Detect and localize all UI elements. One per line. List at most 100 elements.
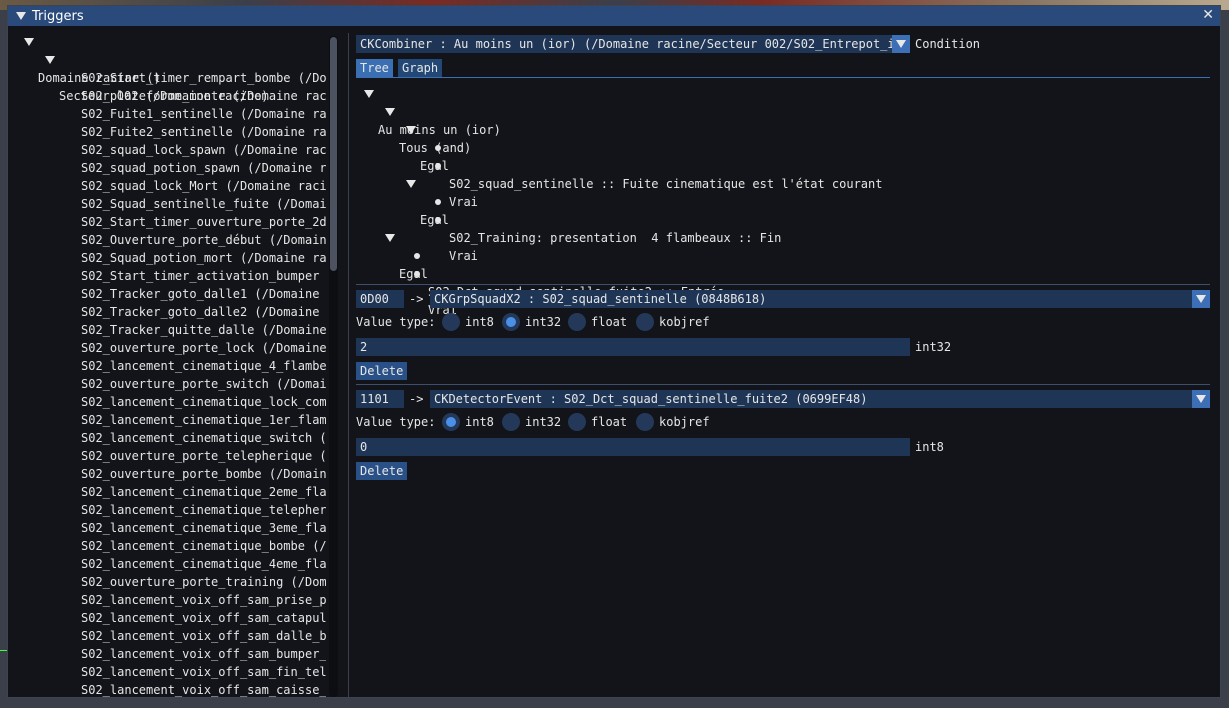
bullet-icon [435,163,441,169]
chevron-down-icon [1196,295,1206,303]
tree-item-trigger[interactable]: S02_plateforme_monte (/Domaine racine/Se… [81,87,326,105]
tree-item-trigger[interactable]: S02_lancement_cinematique_2eme_flambeau … [81,483,326,501]
expand-arrow-icon[interactable] [364,90,374,98]
tree-item-trigger[interactable]: S02_lancement_voix_off_sam_prise_potion … [81,591,326,609]
radio-float[interactable] [568,313,586,331]
tab-graph[interactable]: Graph [398,59,443,77]
radio-label-kobjref: kobjref [659,315,710,329]
radio-label-int32: int32 [525,315,562,329]
section-divider [356,384,1210,385]
tree-item-trigger[interactable]: S02_lancement_cinematique_telepherique (… [81,501,326,519]
tree-item-trigger[interactable]: S02_Start_timer_ouverture_porte_2dalles … [81,213,326,231]
expand-arrow-icon[interactable] [45,56,55,64]
triggers-window: Triggers ✕ Domaine racine () Secteur 002… [7,5,1221,698]
binding-id-field[interactable]: 1101 [356,390,404,408]
expand-arrow-icon[interactable] [406,126,416,134]
tree-item-trigger[interactable]: S02_lancement_voix_off_sam_dalle_bumper … [81,627,326,645]
tree-scrollbar-thumb[interactable] [330,37,337,271]
radio-int32[interactable] [502,313,520,331]
tree-item-trigger[interactable]: S02_lancement_cinematique_3eme_flambeau … [81,519,326,537]
radio-float[interactable] [568,413,586,431]
expand-arrow-icon[interactable] [385,234,395,242]
panel-divider [348,33,349,697]
expand-arrow-icon[interactable] [385,108,395,116]
radio-int8[interactable] [442,413,460,431]
tree-item-trigger[interactable]: S02_lancement_voix_off_sam_bumper_goto (… [81,645,326,663]
radio-kobjref[interactable] [636,413,654,431]
expand-arrow-icon[interactable] [24,38,34,46]
binding-target-arrow[interactable] [1192,390,1210,408]
tree-item-trigger[interactable]: S02_Ouverture_porte_début (/Domaine raci… [81,231,326,249]
tree-item-trigger[interactable]: S02_Fuite2_sentinelle (/Domaine racine/S… [81,123,326,141]
tab-tree[interactable]: Tree [356,59,393,77]
tree-item-trigger[interactable]: S02_Start_timer_activation_bumper (/Doma… [81,267,326,285]
binding-target-combo[interactable]: CKGrpSquadX2 : S02_squad_sentinelle (084… [430,290,1210,308]
collapse-window-icon[interactable] [16,12,26,20]
tree-node-sector[interactable]: Secteur 002 (/Domaine racine) [45,51,269,103]
tree-item-trigger[interactable]: S02_ouverture_porte_training (/Domaine r… [81,573,326,591]
tree-item-trigger[interactable]: S02_squad_lock_Mort (/Domaine racine/Sec… [81,177,326,195]
delete-button[interactable]: Delete [356,362,408,380]
tree-item-trigger[interactable]: S02_ouverture_porte_switch (/Domaine rac… [81,375,326,393]
tree-item-trigger[interactable]: S02_Tracker_goto_dalle1 (/Domaine racine… [81,285,326,303]
chevron-down-icon [896,40,906,48]
tree-item-trigger[interactable]: S02_ouverture_porte_lock (/Domaine racin… [81,339,326,357]
binding-target-arrow[interactable] [1192,290,1210,308]
tab-underline [356,77,1210,78]
cond-leaf[interactable]: Vrai [435,211,478,263]
tree-node-root[interactable]: Domaine racine () [24,33,161,85]
trigger-tree-panel: Domaine racine () Secteur 002 (/Domaine … [8,27,340,697]
cond-node-egal-2[interactable]: Egal [406,175,449,227]
condition-label: Condition [915,37,981,51]
tree-item-trigger[interactable]: S02_Tracker_goto_dalle2 (/Domaine racine… [81,303,326,321]
expand-arrow-icon[interactable] [406,180,416,188]
cond-node-tous[interactable]: Tous (and) [385,103,471,155]
tree-item-trigger[interactable]: S02_lancement_cinematique_1er_flambeau (… [81,411,326,429]
tree-item-trigger[interactable]: S02_Squad_sentinelle_fuite (/Domaine rac… [81,195,326,213]
tree-item-trigger[interactable]: S02_ouverture_porte_bombe (/Domaine raci… [81,465,326,483]
tree-item-trigger[interactable]: S02_squad_potion_spawn (/Domaine racine/… [81,159,326,177]
tree-item-trigger[interactable]: S02_lancement_voix_off_sam_caisse_explos… [81,681,326,697]
tree-item-trigger[interactable]: S02_lancement_cinematique_lock_combat (/… [81,393,326,411]
cond-leaf[interactable]: S02_Training: presentation 4 flambeaux :… [435,193,781,245]
tree-item-trigger[interactable]: S02_lancement_voix_off_sam_catapulte (/D… [81,609,326,627]
tree-item-trigger[interactable]: S02_lancement_voix_off_sam_fin_telepheri… [81,663,326,681]
value-type-label: Value type: [356,315,436,329]
tree-item-trigger[interactable]: S02_lancement_cinematique_4eme_flambeau … [81,555,326,573]
tree-item-trigger[interactable]: S02_Fuite1_sentinelle (/Domaine racine/S… [81,105,326,123]
tree-item-trigger[interactable]: S02_lancement_cinematique_4_flambeaux (/… [81,357,326,375]
binding-id-field[interactable]: 0D00 [356,290,404,308]
cond-node-au-moins-un[interactable]: Au moins un (ior) [364,85,501,137]
bullet-icon [414,271,420,277]
value-type-suffix: int8 [915,440,944,454]
radio-int8[interactable] [442,313,460,331]
tree-item-trigger[interactable]: S02_ouverture_porte_telepherique (/Domai… [81,447,326,465]
close-icon[interactable]: ✕ [1202,7,1214,23]
cond-leaf[interactable]: S02_squad_sentinelle :: Fuite cinematiqu… [435,139,882,191]
bullet-icon [435,217,441,223]
cond-node-egal-1[interactable]: Egal [406,121,449,173]
radio-int32[interactable] [502,413,520,431]
tree-item-trigger[interactable]: S02_Squad_potion_mort (/Domaine racine/S… [81,249,326,267]
cond-node-egal-3[interactable]: Egal [385,229,428,281]
radio-kobjref[interactable] [636,313,654,331]
arrow-label: -> [409,392,424,406]
tree-item-trigger[interactable]: S02_Start_timer_rempart_bombe (/Domaine … [81,69,326,87]
trigger-detail-panel: CKCombiner : Au moins un (ior) (/Domaine… [356,27,1216,697]
value-input[interactable]: 0 [356,438,910,456]
delete-button[interactable]: Delete [356,462,408,480]
tree-item-trigger[interactable]: S02_lancement_cinematique_bombe (/Domain… [81,537,326,555]
condition-combo-arrow[interactable] [892,35,910,53]
radio-label-kobjref: kobjref [659,415,710,429]
cond-leaf[interactable]: Vrai [414,265,457,317]
tree-item-trigger[interactable]: S02_lancement_cinematique_switch (/Domai… [81,429,326,447]
tree-item-trigger[interactable]: S02_squad_lock_spawn (/Domaine racine/Se… [81,141,326,159]
title-bar[interactable]: Triggers ✕ [8,6,1220,26]
value-input[interactable]: 2 [356,338,910,356]
cond-leaf[interactable]: Vrai [435,157,478,209]
binding-target-combo[interactable]: CKDetectorEvent : S02_Dct_squad_sentinel… [430,390,1210,408]
value-type-label: Value type: [356,415,436,429]
cond-leaf[interactable]: S02_Dct_squad_sentinelle_fuite2 :: Entré… [414,247,724,299]
condition-combo[interactable]: CKCombiner : Au moins un (ior) (/Domaine… [356,35,910,53]
tree-item-trigger[interactable]: S02_Tracker_quitte_dalle (/Domaine racin… [81,321,326,339]
